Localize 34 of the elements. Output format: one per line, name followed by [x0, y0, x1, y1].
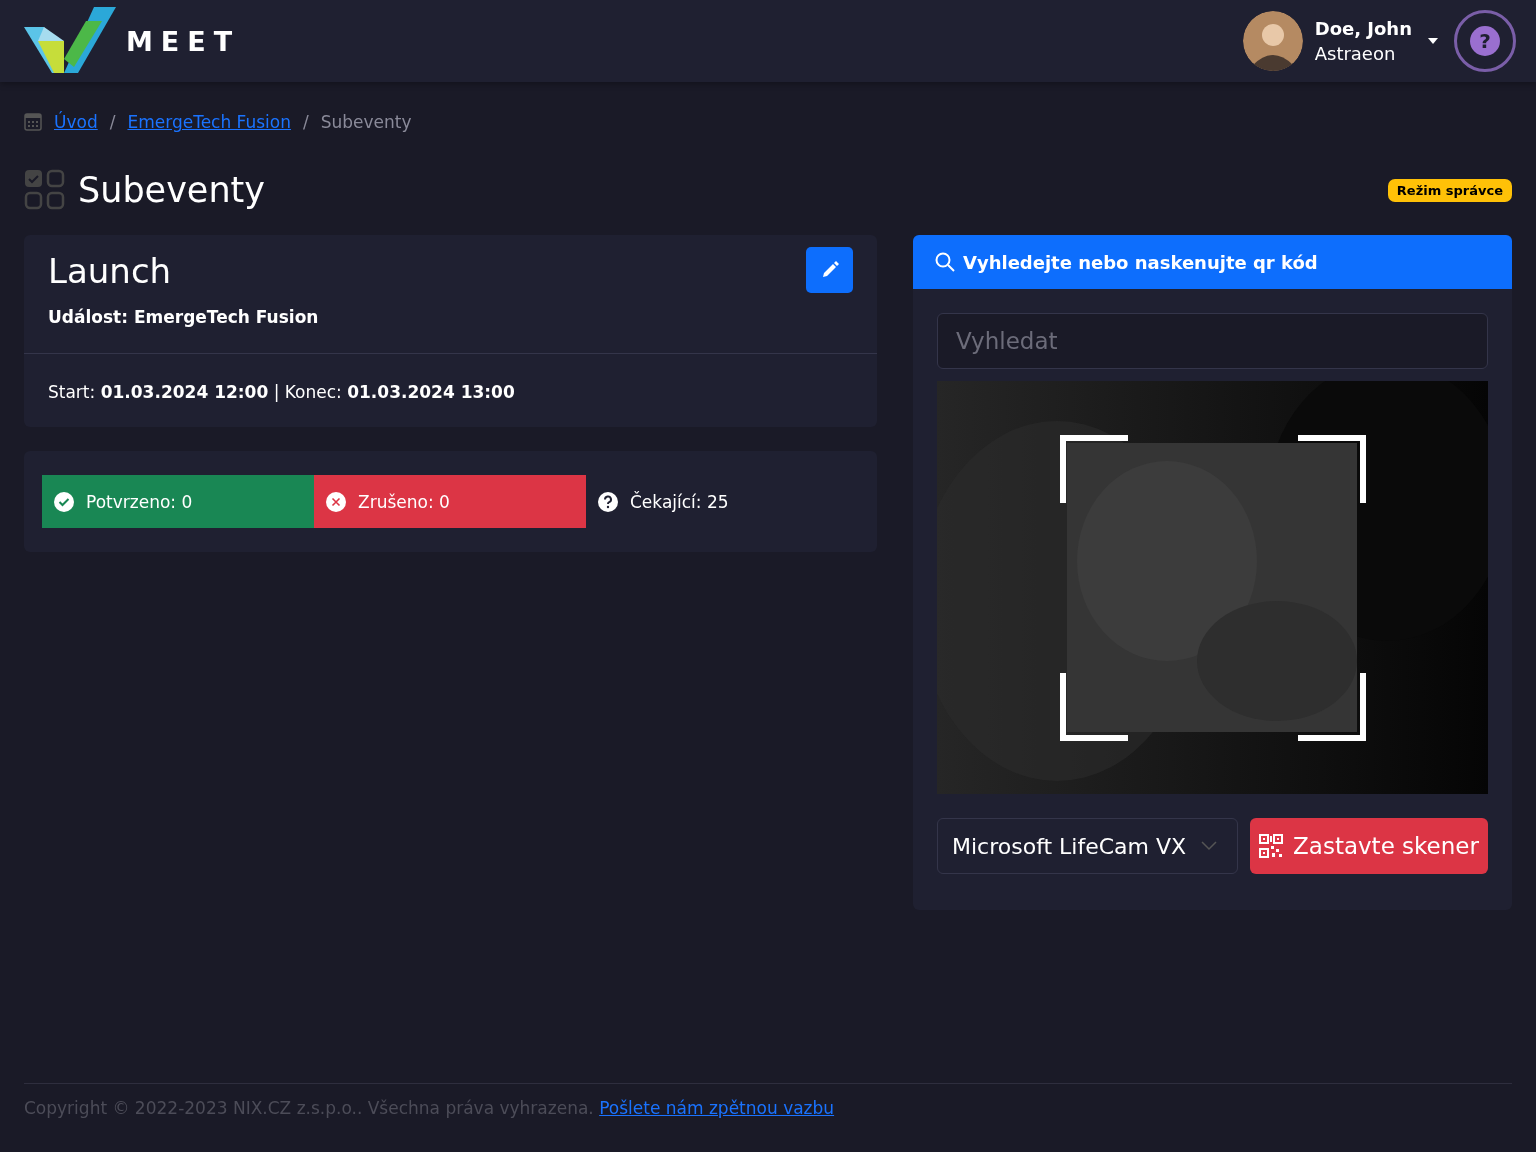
breadcrumb-separator: / — [303, 112, 309, 132]
camera-select[interactable]: Microsoft LifeCam VX — [937, 818, 1238, 874]
avatar[interactable] — [1242, 11, 1303, 71]
breadcrumb-current: Subeventy — [320, 112, 412, 132]
caret-icon[interactable] — [1428, 38, 1438, 44]
check-circle-icon — [54, 491, 74, 512]
admin-mode-badge: Režim správce — [1387, 178, 1512, 202]
scanner-heading: Vyhledejte nebo naskenujte qr kód — [963, 251, 1318, 273]
user-organization: Astraeon — [1314, 43, 1397, 64]
status-count: Zrušeno: 0 — [358, 491, 450, 512]
user-name: Doe, John — [1314, 18, 1412, 39]
search-icon — [935, 252, 955, 272]
qr-code-icon — [1259, 834, 1284, 858]
subevent-title: Launch — [48, 251, 173, 291]
status-count: Potvrzeno: 0 — [86, 491, 193, 512]
event-name: Událost: EmergeTech Fusion — [48, 307, 319, 327]
calendar-icon — [24, 113, 42, 131]
feedback-link[interactable]: Pošlete nám zpětnou vazbu — [599, 1098, 835, 1118]
chevron-down-icon — [1201, 841, 1217, 851]
breadcrumb-link[interactable]: Úvod — [54, 112, 98, 132]
edit-button[interactable] — [806, 247, 853, 293]
status-count: Čekající: 25 — [630, 491, 729, 512]
search-field[interactable]: Vyhledat — [937, 313, 1488, 369]
x-circle-icon — [326, 491, 346, 512]
page-title: Subeventy — [78, 170, 265, 210]
help-button[interactable]: ? — [1454, 10, 1516, 72]
brand-name: MEET — [126, 25, 241, 57]
checklist-grid-icon — [24, 169, 66, 211]
breadcrumb-link[interactable]: EmergeTech Fusion — [127, 112, 291, 132]
logo-icon — [24, 7, 116, 75]
time-range: Start: 01.03.2024 12:00 | Konec: 01.03.2024 13:00 — [48, 382, 515, 402]
breadcrumb-separator: / — [109, 112, 116, 132]
stop-scanner-button[interactable]: Zastavte skener — [1250, 818, 1488, 874]
help-circle-icon — [598, 491, 618, 512]
